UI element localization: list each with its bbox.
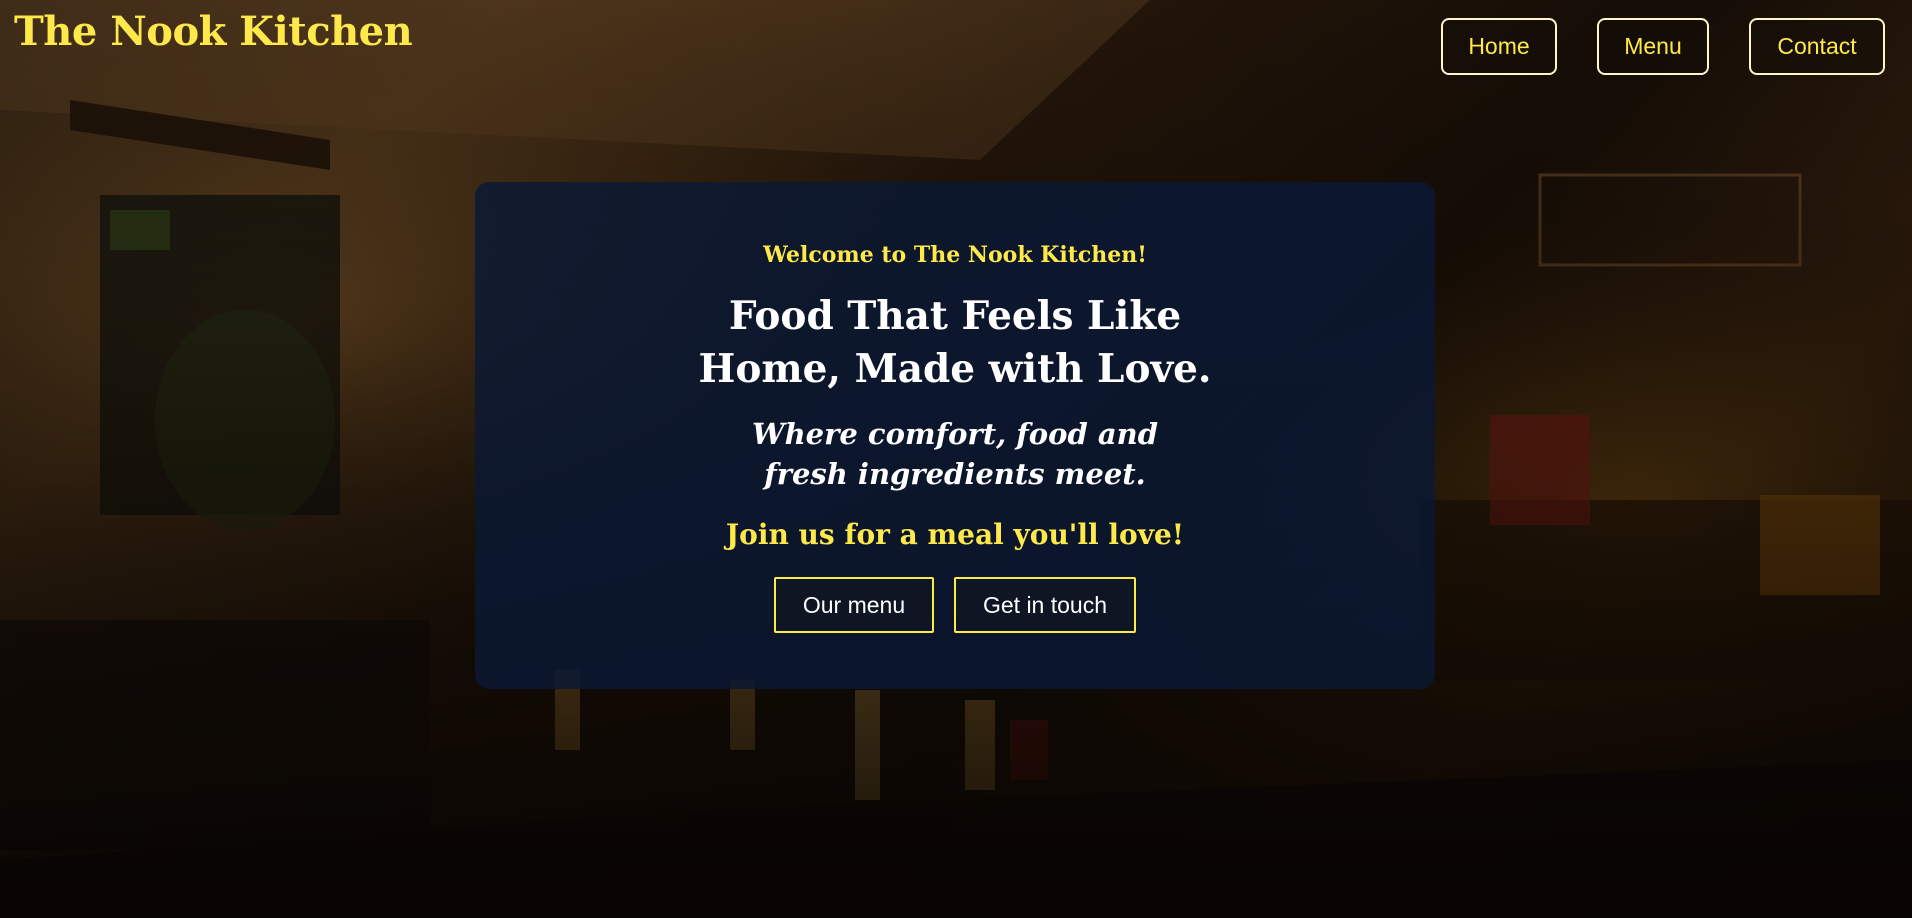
brand-logo-text[interactable]: The Nook Kitchen: [14, 8, 413, 55]
welcome-heading: Welcome to The Nook Kitchen!: [763, 242, 1147, 268]
hero-headline: Food That Feels Like Home, Made with Lov…: [698, 293, 1212, 392]
hero-panel: Welcome to The Nook Kitchen! Food That F…: [475, 182, 1435, 689]
hero-tagline: Where comfort, food and fresh ingredient…: [752, 417, 1158, 491]
nav-home-button[interactable]: Home: [1441, 18, 1557, 75]
our-menu-button[interactable]: Our menu: [774, 577, 934, 633]
hero-invite: Join us for a meal you'll love!: [725, 518, 1185, 551]
get-in-touch-button[interactable]: Get in touch: [954, 577, 1136, 633]
main-nav: Home Menu Contact: [1441, 18, 1885, 75]
nav-contact-button[interactable]: Contact: [1749, 18, 1885, 75]
nav-menu-button[interactable]: Menu: [1597, 18, 1709, 75]
cta-row: Our menu Get in touch: [774, 577, 1136, 633]
